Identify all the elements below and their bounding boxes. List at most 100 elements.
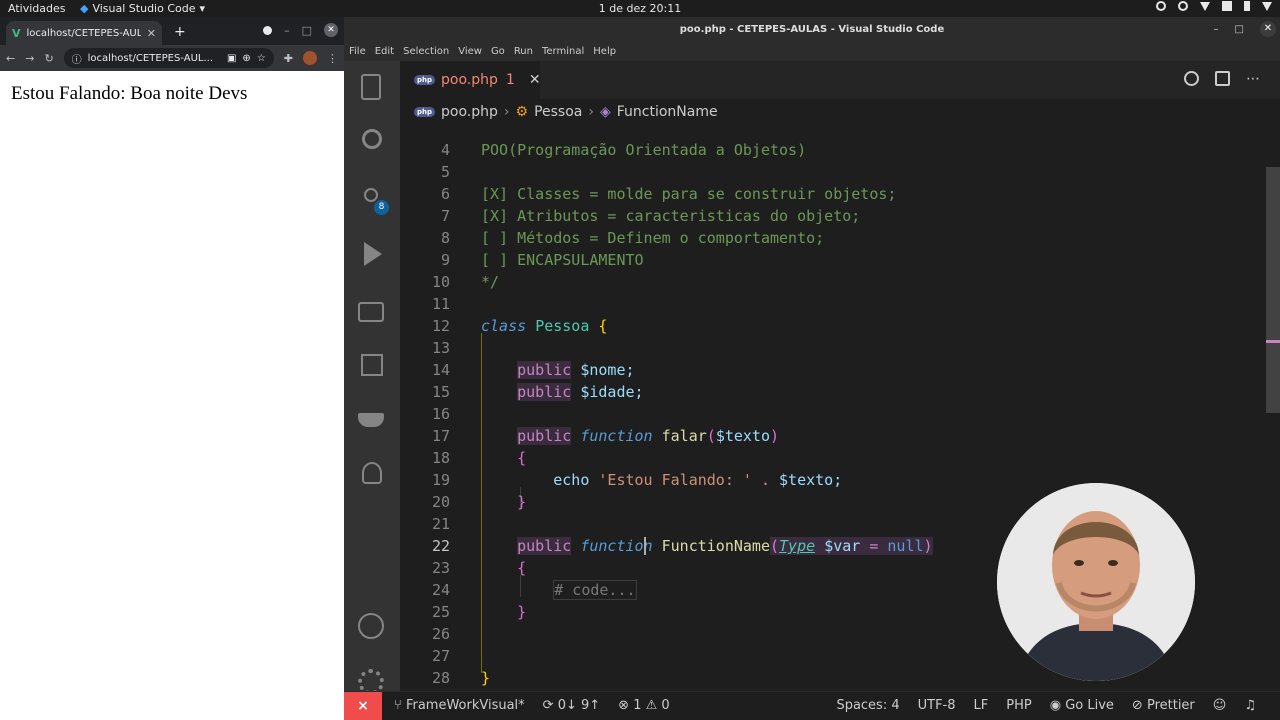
overview-ruler-marker [1266,340,1280,343]
line-number: 14 [431,361,450,379]
line-number: 8 [440,229,450,247]
close-tab-icon[interactable]: ✕ [529,72,541,88]
maximize-button[interactable]: □ [302,24,312,37]
line-number: 25 [431,603,450,621]
site-info-icon[interactable]: ⓘ [72,51,82,66]
address-bar[interactable]: ⓘ localhost/CETEPES-AUL... ▣ ⊕ ☆ [63,48,274,68]
code-line: 9 [ ] ENCAPSULAMENTO [400,249,1280,271]
run-debug-icon[interactable] [364,242,382,266]
browser-tab-strip: V localhost/CETEPES-AULA ✕ + – □ ✕ [0,17,344,45]
code-line: 12 class Pessoa { [400,315,1280,337]
volume-icon[interactable] [1222,1,1232,11]
maximize-button[interactable]: □ [1235,24,1244,35]
variable: $texto; [779,471,843,489]
presenter-photo [997,483,1195,681]
extensions-puzzle-icon[interactable]: ✚ [284,52,293,65]
system-tray[interactable] [1156,1,1272,11]
code-line: 14 public $nome; [400,359,1280,381]
branch-status[interactable]: ⑂ FrameWorkVisual* [394,698,525,713]
keyword-function: function [580,427,653,445]
accessibility-icon[interactable] [1156,1,1166,11]
code-line: 28} [400,667,1280,689]
chrome-tray-icon[interactable] [1178,1,1188,11]
paren: ( [770,537,780,555]
remote-indicator[interactable]: × [344,692,382,720]
problems-status[interactable]: ⊗ 1 ⚠ 0 [618,698,670,713]
recording-icon[interactable] [263,25,273,35]
chrome-menu-icon[interactable]: ⋮ [327,52,338,65]
comment-text: [ ] Métodos = Definem o comportamento; [481,229,825,247]
extensions-icon[interactable] [361,354,383,376]
menu-selection[interactable]: Selection [403,46,449,57]
prettier-status[interactable]: ⊘ Prettier [1132,698,1195,713]
sync-status[interactable]: ⟳ 0↓ 9↑ [543,698,601,713]
comment-text: [X] Atributos = caracteristicas do objet… [481,207,861,225]
testing-flask-icon[interactable] [362,462,382,484]
profile-avatar[interactable] [303,51,317,65]
minimize-button[interactable]: – [1214,24,1219,35]
code-line: 16 [400,403,1280,425]
type-hint: Type [779,537,816,555]
bookmark-star-icon[interactable]: ☆ [257,53,266,64]
encoding-status[interactable]: UTF-8 [918,698,956,713]
account-icon[interactable] [358,613,384,639]
status-bar: × ⑂ FrameWorkVisual* ⟳ 0↓ 9↑ ⊗ 1 ⚠ 0 Spa… [344,691,1280,720]
line-number: 16 [431,405,450,423]
go-live-button[interactable]: ◉ Go Live [1050,698,1114,713]
explorer-files-icon[interactable] [361,74,381,100]
line-number: 28 [431,669,450,687]
line-number: 24 [431,581,450,599]
source-control-icon[interactable] [364,188,378,202]
menu-view[interactable]: View [458,46,482,57]
install-app-icon[interactable]: ▣ [227,53,236,64]
wifi-icon[interactable] [1200,1,1210,11]
line-number: 19 [431,471,450,489]
breadcrumb-file[interactable]: poo.php [441,104,498,120]
menu-edit[interactable]: Edit [375,46,394,57]
vscode-window-controls: – □ ✕ [1214,21,1276,37]
forward-button[interactable]: → [25,52,34,65]
close-window-button[interactable]: ✕ [1260,21,1276,37]
code-line: 8 [ ] Métodos = Definem o comportamento; [400,227,1280,249]
clock[interactable]: 1 de dez 20:11 [0,2,1280,15]
language-mode[interactable]: PHP [1006,698,1031,713]
power-menu-icon[interactable] [1262,1,1272,11]
timeline-history-icon[interactable] [1184,71,1199,86]
branch-icon: ⑂ [394,698,406,713]
zoom-icon[interactable]: ⊕ [242,53,250,64]
notifications-bell-icon[interactable]: ♫ [1244,698,1256,713]
comment-text: [X] Classes = molde para se construir ob… [481,185,897,203]
new-tab-button[interactable]: + [174,24,186,40]
editor-scrollbar[interactable] [1266,167,1280,413]
browser-tab[interactable]: V localhost/CETEPES-AULA ✕ [6,21,162,45]
snippet-placeholder[interactable]: # code... [553,580,637,600]
eol-status[interactable]: LF [974,698,989,713]
more-actions-icon[interactable]: ⋯ [1246,71,1260,87]
battery-icon[interactable] [1244,1,1250,11]
menu-go[interactable]: Go [491,46,505,57]
line-number: 10 [431,273,450,291]
menu-file[interactable]: File [349,46,366,57]
paren: ( [706,427,716,445]
breadcrumb-method[interactable]: FunctionName [617,104,718,120]
paren: ) [923,537,933,555]
search-icon[interactable] [362,129,382,149]
split-editor-icon[interactable] [1215,71,1230,86]
reload-button[interactable]: ↻ [44,52,53,65]
minimize-button[interactable]: – [284,24,290,37]
breadcrumb-class[interactable]: Pessoa [534,104,582,120]
back-button[interactable]: ← [6,52,15,65]
close-window-button[interactable]: ✕ [324,23,338,37]
line-number: 9 [440,251,450,269]
docker-icon[interactable] [358,413,384,427]
menu-run[interactable]: Run [514,46,533,57]
keyword-class: class [481,317,527,335]
indentation-status[interactable]: Spaces: 4 [836,698,899,713]
menu-help[interactable]: Help [593,46,616,57]
feedback-icon[interactable]: ☺ [1213,698,1227,713]
editor-tab-poo-php[interactable]: php poo.php 1 ✕ [400,61,541,99]
menu-terminal[interactable]: Terminal [542,46,584,57]
code-line: 6 [X] Classes = molde para se construir o… [400,183,1280,205]
close-tab-icon[interactable]: ✕ [147,27,156,40]
remote-explorer-icon[interactable] [358,302,384,322]
